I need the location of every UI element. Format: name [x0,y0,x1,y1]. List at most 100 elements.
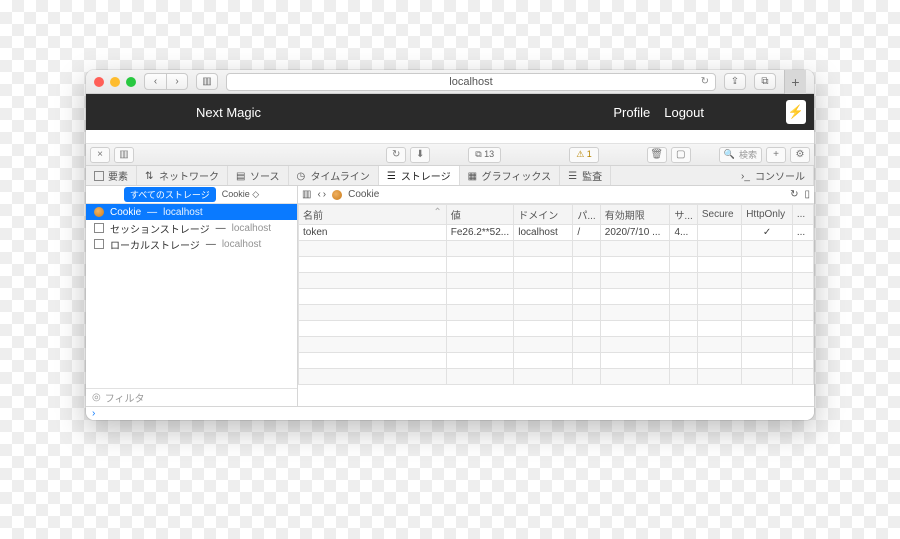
table-row [299,241,814,257]
nav-logout[interactable]: Logout [664,105,704,120]
table-row [299,273,814,289]
nav-forward[interactable]: › [323,189,326,200]
cookie-icon [94,207,104,217]
cell-more [792,257,813,273]
cell-httponly [742,241,793,257]
titlebar: ‹ › ▥ localhost ↻ ⇪ ⧉ + [86,70,814,94]
tab-elements[interactable]: 要素 [86,166,137,185]
new-tab-button[interactable]: + [784,70,806,94]
forward-button[interactable]: › [166,73,188,90]
reload-icon[interactable]: ↻ [701,76,709,87]
cell-httponly [742,353,793,369]
cell-value [446,289,514,305]
url-bar[interactable]: localhost ↻ [226,73,716,91]
zoom-window[interactable] [126,77,136,87]
download-icon[interactable]: ⬇ [410,147,430,163]
cell-path [573,289,600,305]
cell-expires [600,369,670,385]
sidebar-filter[interactable]: ◎ フィルタ [86,388,297,406]
sidebar-toggle[interactable]: ▥ [196,73,218,90]
close-devtools[interactable]: × [90,147,110,163]
cell-path [573,273,600,289]
trash-icon[interactable]: 🗑 [647,147,667,163]
settings-gear-icon[interactable]: ⚙ [790,147,810,163]
cell-secure [697,289,741,305]
nav-back[interactable]: ‹ [317,189,320,200]
cell-path [573,241,600,257]
cell-more [792,273,813,289]
sidebar-scope[interactable]: すべてのストレージ Cookie ◇ [86,186,297,204]
cell-more [792,241,813,257]
sidebar-item-label: ローカルストレージ [110,237,200,252]
th-more[interactable]: ... [792,205,813,225]
share-button[interactable]: ⇪ [724,73,746,90]
add-button[interactable]: + [766,147,786,163]
grid-icon [94,223,104,233]
table-row [299,369,814,385]
search-field[interactable]: 🔍 検索 [719,147,762,163]
cell-expires [600,289,670,305]
tabs-button[interactable]: ⧉ [754,73,776,90]
th-domain[interactable]: ドメイン [514,205,573,225]
sidepane-icon[interactable]: ▯ [804,189,810,200]
minimize-window[interactable] [110,77,120,87]
sidebar-items: Cookie — localhostセッションストレージ — localhost… [86,204,297,388]
cell-size [670,289,697,305]
filter-icon: ◎ [92,392,101,403]
close-window[interactable] [94,77,104,87]
cell-domain [514,305,573,321]
cell-httponly [742,321,793,337]
warning-count[interactable]: ⚠ 1 [569,147,599,163]
tab-audit[interactable]: ☰監査 [560,166,611,185]
sidebar-item-セッションストレージ[interactable]: セッションストレージ — localhost [86,220,297,236]
cell-value [446,305,514,321]
tab-graphics[interactable]: ▦グラフィックス [460,166,561,185]
sidebar-item-Cookie[interactable]: Cookie — localhost [86,204,297,220]
window-controls [94,77,136,87]
request-count[interactable]: ⧉ 13 [468,147,501,163]
tab-sources[interactable]: ▤ソース [228,166,289,185]
back-button[interactable]: ‹ [144,73,166,90]
sidebar-item-ローカルストレージ[interactable]: ローカルストレージ — localhost [86,236,297,252]
sidebar-item-host: localhost [232,223,271,234]
box-icon[interactable]: ▢ [671,147,691,163]
cookie-icon [332,190,342,200]
refresh-icon[interactable]: ↻ [790,189,798,200]
panes-toggle[interactable]: ▥ [114,147,134,163]
cookie-table: 名前 ⌃ 値 ドメイン パ... 有効期限 サ... Secure HttpOn… [298,204,814,406]
table-row [299,321,814,337]
th-expires[interactable]: 有効期限 [600,205,670,225]
cell-value [446,241,514,257]
console-prompt[interactable]: › [86,406,814,420]
cell-more [792,337,813,353]
th-path[interactable]: パ... [573,205,600,225]
th-httponly[interactable]: HttpOnly [742,205,793,225]
nav-profile[interactable]: Profile [613,105,650,120]
cell-domain [514,353,573,369]
reload-devtools[interactable]: ↻ [386,147,406,163]
cell-httponly [742,305,793,321]
cell-value [446,353,514,369]
cell-name: token [299,225,447,241]
main-toolbar: ▥ ‹ › Cookie ↻ ▯ [298,186,814,204]
cell-size [670,337,697,353]
panel-toggle-icon[interactable]: ▥ [302,189,311,200]
tab-network[interactable]: ⇅ネットワーク [137,166,228,185]
th-value[interactable]: 値 [446,205,514,225]
sidebar-item-host: localhost [222,239,261,250]
tab-storage[interactable]: ☰ストレージ [379,166,460,185]
table-row [299,353,814,369]
th-secure[interactable]: Secure [697,205,741,225]
cell-domain [514,241,573,257]
cell-name [299,241,447,257]
cell-path: / [573,225,600,241]
tab-timeline[interactable]: ◷タイムライン [289,166,379,185]
cell-domain [514,369,573,385]
tab-console[interactable]: ›_コンソール [733,166,814,185]
th-size[interactable]: サ... [670,205,697,225]
grid-icon [94,239,104,249]
cell-secure [697,257,741,273]
th-name[interactable]: 名前 ⌃ [299,205,447,225]
table-row[interactable]: tokenFe26.2**52...localhost/2020/7/10 ..… [299,225,814,241]
cell-expires [600,321,670,337]
